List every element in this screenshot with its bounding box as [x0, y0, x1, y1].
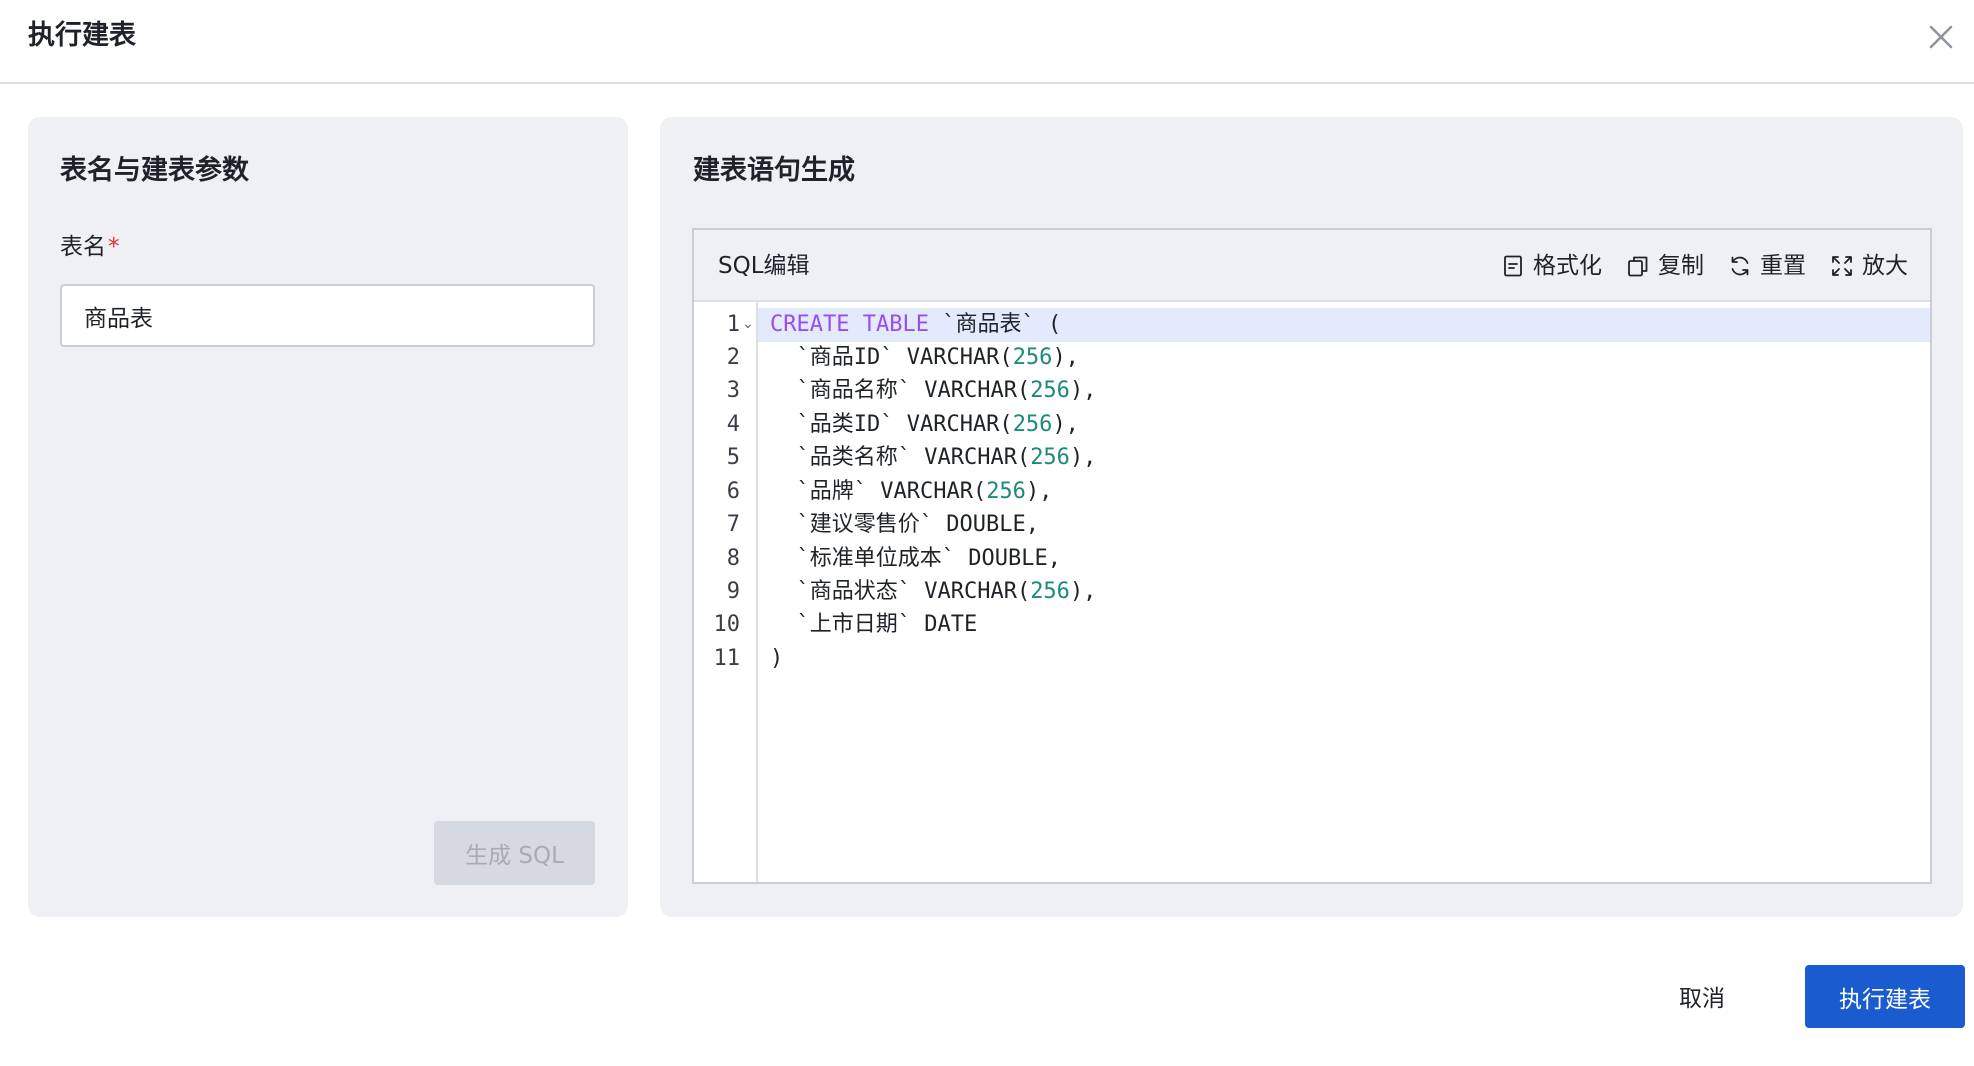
table-name-label: 表名*	[60, 231, 120, 263]
sql-text: `品类ID` VARCHAR(	[770, 412, 1013, 437]
sql-panel-title: 建表语句生成	[693, 155, 855, 186]
expand-label: 放大	[1862, 253, 1908, 279]
sql-text: )	[770, 646, 784, 671]
required-mark: *	[108, 234, 120, 260]
copy-icon	[1628, 256, 1648, 277]
sql-text: ),	[1052, 412, 1079, 437]
sql-text: `品牌` VARCHAR(	[770, 479, 987, 504]
reset-icon	[1731, 256, 1749, 276]
dialog-header: 执行建表	[0, 0, 1974, 84]
editor-toolbar: SQL编辑 格式化 复制 重置 放大	[694, 230, 1930, 302]
format-icon	[1504, 255, 1522, 277]
sql-text: `商品ID` VARCHAR(	[770, 345, 1013, 370]
sql-editor: SQL编辑 格式化 复制 重置 放大 1 ⌄ 2 3 4 5 6 7 8 9 1…	[692, 228, 1932, 884]
params-panel-title: 表名与建表参数	[60, 155, 249, 186]
sql-text: `上市日期` DATE	[770, 612, 978, 637]
sql-generation-panel: 建表语句生成 SQL编辑 格式化 复制 重置 放大 1 ⌄ 2 3 4 5 6 …	[660, 117, 1963, 917]
code-line: `上市日期` DATE	[770, 608, 977, 642]
line-number: 6	[726, 479, 740, 504]
sql-number: 256	[1030, 445, 1070, 470]
sql-text: `商品表` (	[928, 312, 1062, 337]
close-button[interactable]	[1924, 20, 1958, 54]
fold-chevron-icon[interactable]: ⌄	[742, 316, 754, 332]
line-number: 3	[726, 378, 740, 403]
sql-number: 256	[1030, 579, 1070, 604]
sql-text: ),	[1069, 445, 1097, 470]
execute-create-table-button[interactable]: 执行建表	[1805, 965, 1965, 1028]
editor-body[interactable]: 1 ⌄ 2 3 4 5 6 7 8 9 10 11 CREATE TABLE `…	[694, 302, 1930, 882]
line-number: 4	[726, 412, 740, 437]
line-number: 10	[713, 612, 741, 637]
code-line: `商品状态` VARCHAR(256),	[770, 575, 1096, 609]
line-number: 5	[726, 445, 740, 470]
copy-button[interactable]: 复制	[1626, 250, 1704, 282]
expand-icon	[1832, 256, 1852, 276]
editor-title: SQL编辑	[718, 253, 810, 279]
sql-keyword: TABLE	[862, 312, 929, 337]
sql-text: `建议零售价` DOUBLE,	[770, 512, 1039, 537]
table-params-panel: 表名与建表参数 表名* 生成 SQL	[28, 117, 628, 917]
format-label: 格式化	[1533, 253, 1602, 279]
line-number: 2	[726, 345, 740, 370]
sql-text: ),	[1025, 479, 1053, 504]
line-number: 11	[713, 646, 741, 671]
sql-keyword: CREATE	[770, 312, 850, 337]
sql-number: 256	[1012, 345, 1053, 370]
reset-button[interactable]: 重置	[1728, 250, 1806, 282]
sql-number: 256	[1030, 378, 1070, 403]
sql-text: `标准单位成本` DOUBLE,	[770, 546, 1061, 571]
line-number: 9	[726, 579, 740, 604]
sql-number: 256	[1012, 412, 1053, 437]
sql-text: ),	[1069, 579, 1097, 604]
code-line: CREATE TABLE `商品表` (	[770, 308, 1061, 342]
line-number: 7	[726, 512, 740, 537]
table-name-input[interactable]	[60, 284, 595, 347]
sql-text: `商品状态` VARCHAR(	[770, 579, 1031, 604]
expand-button[interactable]: 放大	[1830, 250, 1908, 282]
code-line: `标准单位成本` DOUBLE,	[770, 542, 1061, 576]
line-number: 8	[726, 546, 740, 571]
code-line: `品牌` VARCHAR(256),	[770, 475, 1052, 509]
code-area[interactable]: CREATE TABLE `商品表` ( `商品ID` VARCHAR(256)…	[758, 302, 1930, 882]
cancel-button[interactable]: 取消	[1662, 964, 1742, 1028]
line-number: 1	[726, 312, 740, 337]
code-line: )	[770, 642, 783, 676]
generate-sql-button[interactable]: 生成 SQL	[434, 821, 595, 885]
line-number-gutter: 1 ⌄ 2 3 4 5 6 7 8 9 10 11	[694, 302, 758, 882]
sql-text: `商品名称` VARCHAR(	[770, 378, 1031, 403]
sql-number: 256	[986, 479, 1026, 504]
sql-text: ),	[1069, 378, 1097, 403]
create-table-dialog: 执行建表 表名与建表参数 表名* 生成 SQL 建表语句生成 SQL编辑	[0, 0, 1974, 1066]
code-line: `商品名称` VARCHAR(256),	[770, 374, 1096, 408]
code-line: `品类ID` VARCHAR(256),	[770, 408, 1079, 442]
code-line: `商品ID` VARCHAR(256),	[770, 341, 1079, 375]
editor-toolbar-actions: 格式化 复制 重置 放大	[1501, 248, 1908, 284]
copy-label: 复制	[1658, 253, 1704, 279]
code-line: `建议零售价` DOUBLE,	[770, 508, 1039, 542]
code-line: `品类名称` VARCHAR(256),	[770, 441, 1096, 475]
table-name-label-text: 表名	[60, 234, 106, 260]
close-icon	[1929, 25, 1953, 49]
sql-text: `品类名称` VARCHAR(	[770, 445, 1031, 470]
dialog-title: 执行建表	[28, 20, 136, 51]
sql-text: ),	[1052, 345, 1079, 370]
format-button[interactable]: 格式化	[1501, 250, 1602, 282]
reset-label: 重置	[1760, 253, 1806, 279]
